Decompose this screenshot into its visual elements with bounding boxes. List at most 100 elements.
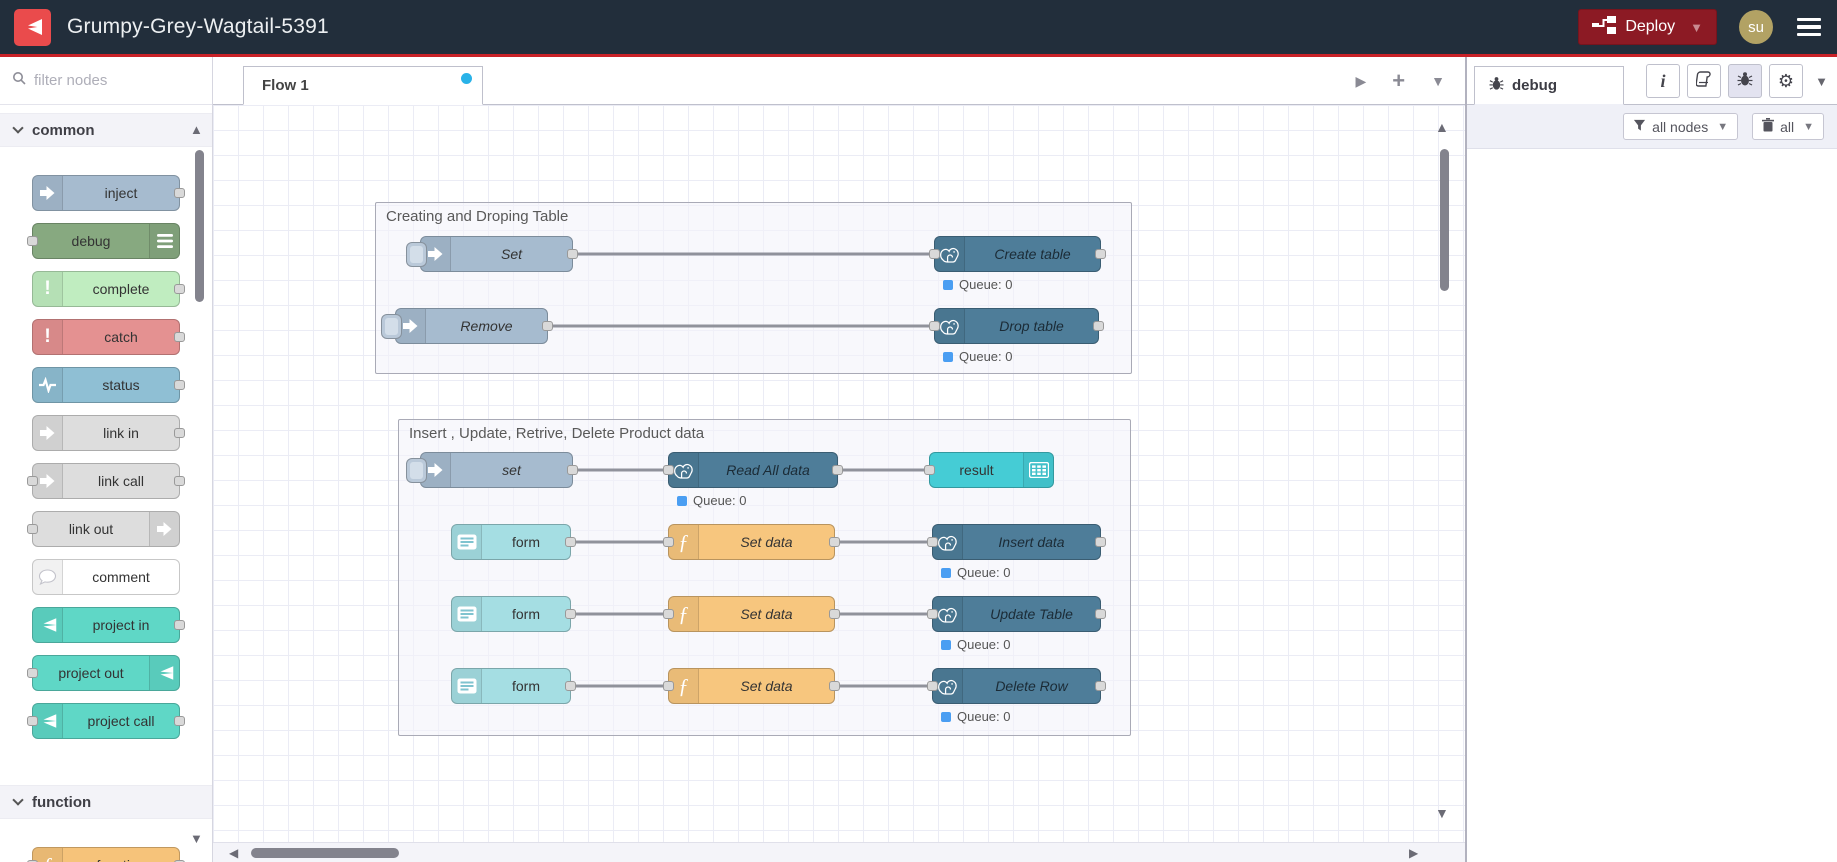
user-avatar[interactable]: su: [1739, 10, 1773, 44]
output-port[interactable]: [565, 609, 576, 619]
debug-tab-button[interactable]: [1728, 64, 1762, 98]
palette-node-inject[interactable]: inject: [32, 175, 185, 211]
palette-node-link-call[interactable]: link call: [27, 463, 185, 499]
input-port[interactable]: [924, 465, 935, 475]
canvas-vscrollbar-thumb[interactable]: [1440, 149, 1449, 291]
palette-node-comment[interactable]: comment: [32, 559, 180, 595]
output-port[interactable]: [565, 537, 576, 547]
main-menu-icon[interactable]: [1795, 14, 1823, 41]
canvas-hscrollbar[interactable]: ◀ ▶: [213, 842, 1465, 862]
deploy-button[interactable]: Deploy ▼: [1578, 9, 1717, 45]
flow-node-create-table[interactable]: Create table: [929, 236, 1106, 272]
palette-node-link-in[interactable]: link in: [32, 415, 185, 451]
inject-trigger-button[interactable]: [406, 242, 427, 267]
palette-node-project-out[interactable]: project out: [27, 655, 180, 691]
info-tab-button[interactable]: i: [1646, 64, 1680, 98]
flow-node-insert-data[interactable]: Insert data: [927, 524, 1106, 560]
flow-node-result[interactable]: result: [924, 452, 1054, 488]
header: Grumpy-Grey-Wagtail-5391 Deploy ▼ su: [0, 0, 1837, 57]
palette-scroll-area[interactable]: common inject debug ! complete ! catch status li…: [0, 105, 212, 862]
output-port[interactable]: [542, 321, 553, 331]
input-port[interactable]: [927, 609, 938, 619]
palette-scroll-up-icon[interactable]: ▲: [190, 122, 203, 137]
node-label: form: [512, 678, 540, 694]
output-port[interactable]: [567, 249, 578, 259]
palette-node-status[interactable]: status: [32, 367, 185, 403]
config-tab-button[interactable]: ⚙: [1769, 64, 1803, 98]
flow-node-set[interactable]: Set: [406, 236, 578, 272]
palette-node-catch[interactable]: ! catch: [32, 319, 185, 355]
node-red-logo-icon: [14, 8, 51, 46]
right-sidebar: debug i ⚙ ▼ all nodes ▼ all ▼: [1465, 57, 1837, 862]
tab-debug[interactable]: debug: [1474, 66, 1624, 105]
exclaim-icon: !: [33, 320, 63, 354]
output-port[interactable]: [1093, 321, 1104, 331]
palette-node-complete[interactable]: ! complete: [32, 271, 185, 307]
palette-node-link-out[interactable]: link out: [27, 511, 180, 547]
debug-clear-button[interactable]: all ▼: [1752, 113, 1824, 140]
palette-scrollbar-thumb[interactable]: [195, 150, 204, 302]
flow-node-form[interactable]: form: [451, 524, 576, 560]
output-port[interactable]: [829, 681, 840, 691]
output-port: [174, 716, 185, 726]
input-port[interactable]: [929, 249, 940, 259]
output-port[interactable]: [829, 537, 840, 547]
status-dot-icon: [941, 567, 951, 578]
output-port[interactable]: [832, 465, 843, 475]
sidebar-tabs-caret-icon[interactable]: ▼: [1815, 74, 1828, 89]
flow-node-set-data[interactable]: ƒ Set data: [663, 524, 840, 560]
output-port[interactable]: [1095, 609, 1106, 619]
output-port[interactable]: [1095, 249, 1106, 259]
nr-icon: [33, 608, 63, 642]
canvas-scroll-right-icon[interactable]: ▶: [1409, 846, 1418, 860]
flow-node-form[interactable]: form: [451, 596, 576, 632]
output-port[interactable]: [567, 465, 578, 475]
canvas-scroll-down-icon[interactable]: ▼: [1435, 805, 1449, 821]
tab-list-caret-icon[interactable]: ▼: [1431, 73, 1445, 89]
input-port[interactable]: [663, 609, 674, 619]
input-port: [27, 476, 38, 486]
inject-trigger-button[interactable]: [406, 458, 427, 483]
help-tab-button[interactable]: [1687, 64, 1721, 98]
output-port[interactable]: [829, 609, 840, 619]
tab-scroll-right-icon[interactable]: ▶: [1356, 73, 1367, 90]
palette-filter[interactable]: filter nodes: [0, 57, 212, 105]
flow-node-set-data[interactable]: ƒ Set data: [663, 668, 840, 704]
input-port[interactable]: [663, 465, 674, 475]
palette-category-function[interactable]: function: [0, 785, 212, 819]
input-port[interactable]: [927, 681, 938, 691]
output-port[interactable]: [1095, 681, 1106, 691]
input-port[interactable]: [927, 537, 938, 547]
flow-node-read-all-data[interactable]: Read All data: [663, 452, 843, 488]
chevron-down-icon: [12, 794, 24, 806]
palette-node-project-call[interactable]: project call: [27, 703, 185, 739]
palette-scroll-down-icon[interactable]: ▼: [190, 831, 203, 846]
debug-filter-button[interactable]: all nodes ▼: [1623, 113, 1739, 140]
flow-node-delete-row[interactable]: Delete Row: [927, 668, 1106, 704]
palette-node-project-in[interactable]: project in: [32, 607, 185, 643]
deploy-options-caret-icon[interactable]: ▼: [1690, 20, 1703, 35]
palette-node-function[interactable]: ƒfunction: [27, 847, 185, 862]
input-port[interactable]: [929, 321, 940, 331]
palette-node-debug[interactable]: debug: [27, 223, 180, 259]
flow-node-remove[interactable]: Remove: [381, 308, 553, 344]
canvas-scroll-left-icon[interactable]: ◀: [229, 846, 238, 860]
flow-node-set[interactable]: set: [406, 452, 578, 488]
flow-node-drop-table[interactable]: Drop table: [929, 308, 1104, 344]
output-port[interactable]: [565, 681, 576, 691]
flow-canvas[interactable]: ▲ ▼ Creating and Droping Table Insert , U…: [213, 105, 1465, 842]
flow-node-set-data[interactable]: ƒ Set data: [663, 596, 840, 632]
add-flow-button[interactable]: +: [1392, 70, 1405, 92]
inject-trigger-button[interactable]: [381, 314, 402, 339]
canvas-hscrollbar-thumb[interactable]: [251, 848, 399, 858]
input-port[interactable]: [663, 681, 674, 691]
output-port[interactable]: [1095, 537, 1106, 547]
flow-group[interactable]: Creating and Droping Table: [375, 202, 1132, 374]
canvas-scroll-up-icon[interactable]: ▲: [1435, 119, 1449, 135]
flow-node-update-table[interactable]: Update Table: [927, 596, 1106, 632]
debug-message-list[interactable]: [1467, 149, 1837, 862]
flow-node-form[interactable]: form: [451, 668, 576, 704]
tab-flow-1[interactable]: Flow 1: [243, 66, 483, 105]
palette-category-common[interactable]: common: [0, 113, 212, 147]
input-port[interactable]: [663, 537, 674, 547]
